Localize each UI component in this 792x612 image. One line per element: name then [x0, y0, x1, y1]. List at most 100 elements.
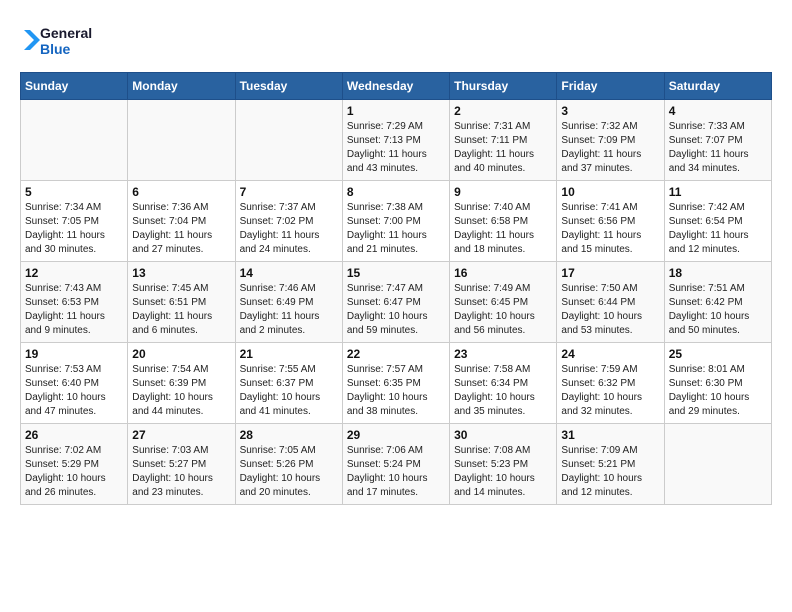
calendar-cell: 22 Sunrise: 7:57 AMSunset: 6:35 PMDayligh… — [342, 343, 449, 424]
calendar-cell: 15Sunrise: 7:47 AMSunset: 6:47 PMDayligh… — [342, 262, 449, 343]
weekday-header-row: SundayMondayTuesdayWednesdayThursdayFrid… — [21, 73, 772, 100]
calendar-cell: 14 Sunrise: 7:46 AMSunset: 6:49 PMDayligh… — [235, 262, 342, 343]
weekday-header: Sunday — [21, 73, 128, 100]
day-number: 14 — [240, 266, 338, 280]
calendar-cell: 18 Sunrise: 7:51 AMSunset: 6:42 PMDayligh… — [664, 262, 771, 343]
calendar-week-row: 12 Sunrise: 7:43 AMSunset: 6:53 PMDayligh… — [21, 262, 772, 343]
day-info: Sunrise: 7:57 AMSunset: 6:35 PMDaylight:… — [347, 363, 445, 419]
calendar-cell: 24 Sunrise: 7:59 AMSunset: 6:32 PMDayligh… — [557, 343, 664, 424]
day-info: Sunrise: 7:09 AMSunset: 5:21 PMDaylight:… — [561, 444, 659, 500]
day-number: 2 — [454, 104, 552, 118]
day-info: Sunrise: 7:51 AMSunset: 6:42 PMDaylight:… — [669, 282, 767, 338]
weekday-header: Saturday — [664, 73, 771, 100]
weekday-header: Wednesday — [342, 73, 449, 100]
day-number: 19 — [25, 347, 123, 361]
day-info: Sunrise: 7:58 AMSunset: 6:34 PMDaylight:… — [454, 363, 552, 419]
day-info: Sunrise: 7:55 AMSunset: 6:37 PMDaylight:… — [240, 363, 338, 419]
day-number: 11 — [669, 185, 767, 199]
calendar-cell — [21, 100, 128, 181]
day-info: Sunrise: 7:40 AMSunset: 6:58 PMDaylight:… — [454, 201, 552, 257]
calendar-cell — [235, 100, 342, 181]
logo-svg: GeneralBlue — [20, 20, 100, 62]
weekday-header: Friday — [557, 73, 664, 100]
weekday-header: Monday — [128, 73, 235, 100]
day-number: 30 — [454, 428, 552, 442]
day-info: Sunrise: 7:59 AMSunset: 6:32 PMDaylight:… — [561, 363, 659, 419]
calendar-cell: 5 Sunrise: 7:34 AMSunset: 7:05 PMDaylight… — [21, 181, 128, 262]
day-number: 5 — [25, 185, 123, 199]
day-number: 28 — [240, 428, 338, 442]
calendar-cell: 1Sunrise: 7:29 AMSunset: 7:13 PMDaylight… — [342, 100, 449, 181]
day-info: Sunrise: 7:34 AMSunset: 7:05 PMDaylight:… — [25, 201, 123, 257]
calendar-cell: 3 Sunrise: 7:32 AMSunset: 7:09 PMDaylight… — [557, 100, 664, 181]
day-number: 23 — [454, 347, 552, 361]
day-info: Sunrise: 7:50 AMSunset: 6:44 PMDaylight:… — [561, 282, 659, 338]
day-number: 12 — [25, 266, 123, 280]
day-number: 27 — [132, 428, 230, 442]
calendar-cell: 25 Sunrise: 8:01 AMSunset: 6:30 PMDayligh… — [664, 343, 771, 424]
page-header: GeneralBlue — [20, 20, 772, 62]
day-info: Sunrise: 7:02 AMSunset: 5:29 PMDaylight:… — [25, 444, 123, 500]
day-number: 17 — [561, 266, 659, 280]
day-info: Sunrise: 7:45 AMSunset: 6:51 PMDaylight:… — [132, 282, 230, 338]
day-number: 26 — [25, 428, 123, 442]
day-info: Sunrise: 7:42 AMSunset: 6:54 PMDaylight:… — [669, 201, 767, 257]
calendar-cell: 13 Sunrise: 7:45 AMSunset: 6:51 PMDayligh… — [128, 262, 235, 343]
svg-text:General: General — [40, 25, 92, 41]
calendar-week-row: 1Sunrise: 7:29 AMSunset: 7:13 PMDaylight… — [21, 100, 772, 181]
calendar-cell: 4 Sunrise: 7:33 AMSunset: 7:07 PMDaylight… — [664, 100, 771, 181]
day-number: 22 — [347, 347, 445, 361]
day-number: 18 — [669, 266, 767, 280]
calendar-cell: 27 Sunrise: 7:03 AMSunset: 5:27 PMDayligh… — [128, 424, 235, 505]
day-info: Sunrise: 7:33 AMSunset: 7:07 PMDaylight:… — [669, 120, 767, 176]
day-number: 4 — [669, 104, 767, 118]
day-number: 21 — [240, 347, 338, 361]
calendar-cell: 10 Sunrise: 7:41 AMSunset: 6:56 PMDayligh… — [557, 181, 664, 262]
day-number: 13 — [132, 266, 230, 280]
calendar-cell: 23 Sunrise: 7:58 AMSunset: 6:34 PMDayligh… — [450, 343, 557, 424]
day-info: Sunrise: 7:06 AMSunset: 5:24 PMDaylight:… — [347, 444, 445, 500]
day-number: 6 — [132, 185, 230, 199]
day-number: 29 — [347, 428, 445, 442]
day-number: 10 — [561, 185, 659, 199]
day-number: 3 — [561, 104, 659, 118]
day-info: Sunrise: 7:03 AMSunset: 5:27 PMDaylight:… — [132, 444, 230, 500]
calendar-cell: 9 Sunrise: 7:40 AMSunset: 6:58 PMDaylight… — [450, 181, 557, 262]
calendar-cell: 29 Sunrise: 7:06 AMSunset: 5:24 PMDayligh… — [342, 424, 449, 505]
day-number: 8 — [347, 185, 445, 199]
calendar-cell: 17 Sunrise: 7:50 AMSunset: 6:44 PMDayligh… — [557, 262, 664, 343]
day-number: 25 — [669, 347, 767, 361]
calendar-cell: 31Sunrise: 7:09 AMSunset: 5:21 PMDayligh… — [557, 424, 664, 505]
day-number: 20 — [132, 347, 230, 361]
day-number: 16 — [454, 266, 552, 280]
day-info: Sunrise: 7:36 AMSunset: 7:04 PMDaylight:… — [132, 201, 230, 257]
calendar-cell: 6 Sunrise: 7:36 AMSunset: 7:04 PMDaylight… — [128, 181, 235, 262]
calendar-table: SundayMondayTuesdayWednesdayThursdayFrid… — [20, 72, 772, 505]
day-info: Sunrise: 7:37 AMSunset: 7:02 PMDaylight:… — [240, 201, 338, 257]
day-info: Sunrise: 7:08 AMSunset: 5:23 PMDaylight:… — [454, 444, 552, 500]
calendar-cell: 19Sunrise: 7:53 AMSunset: 6:40 PMDayligh… — [21, 343, 128, 424]
calendar-cell: 28 Sunrise: 7:05 AMSunset: 5:26 PMDayligh… — [235, 424, 342, 505]
calendar-cell — [664, 424, 771, 505]
day-info: Sunrise: 8:01 AMSunset: 6:30 PMDaylight:… — [669, 363, 767, 419]
svg-text:Blue: Blue — [40, 41, 71, 57]
calendar-cell: 20Sunrise: 7:54 AMSunset: 6:39 PMDayligh… — [128, 343, 235, 424]
calendar-week-row: 19Sunrise: 7:53 AMSunset: 6:40 PMDayligh… — [21, 343, 772, 424]
day-info: Sunrise: 7:05 AMSunset: 5:26 PMDaylight:… — [240, 444, 338, 500]
day-info: Sunrise: 7:46 AMSunset: 6:49 PMDaylight:… — [240, 282, 338, 338]
calendar-cell: 7 Sunrise: 7:37 AMSunset: 7:02 PMDaylight… — [235, 181, 342, 262]
day-info: Sunrise: 7:31 AMSunset: 7:11 PMDaylight:… — [454, 120, 552, 176]
calendar-week-row: 26 Sunrise: 7:02 AMSunset: 5:29 PMDayligh… — [21, 424, 772, 505]
day-number: 9 — [454, 185, 552, 199]
calendar-cell: 21 Sunrise: 7:55 AMSunset: 6:37 PMDayligh… — [235, 343, 342, 424]
calendar-cell: 12 Sunrise: 7:43 AMSunset: 6:53 PMDayligh… — [21, 262, 128, 343]
day-info: Sunrise: 7:32 AMSunset: 7:09 PMDaylight:… — [561, 120, 659, 176]
calendar-cell: 26 Sunrise: 7:02 AMSunset: 5:29 PMDayligh… — [21, 424, 128, 505]
day-number: 7 — [240, 185, 338, 199]
day-info: Sunrise: 7:41 AMSunset: 6:56 PMDaylight:… — [561, 201, 659, 257]
calendar-cell: 30 Sunrise: 7:08 AMSunset: 5:23 PMDayligh… — [450, 424, 557, 505]
calendar-cell: 16Sunrise: 7:49 AMSunset: 6:45 PMDayligh… — [450, 262, 557, 343]
day-number: 24 — [561, 347, 659, 361]
day-info: Sunrise: 7:43 AMSunset: 6:53 PMDaylight:… — [25, 282, 123, 338]
day-info: Sunrise: 7:29 AMSunset: 7:13 PMDaylight:… — [347, 120, 445, 176]
